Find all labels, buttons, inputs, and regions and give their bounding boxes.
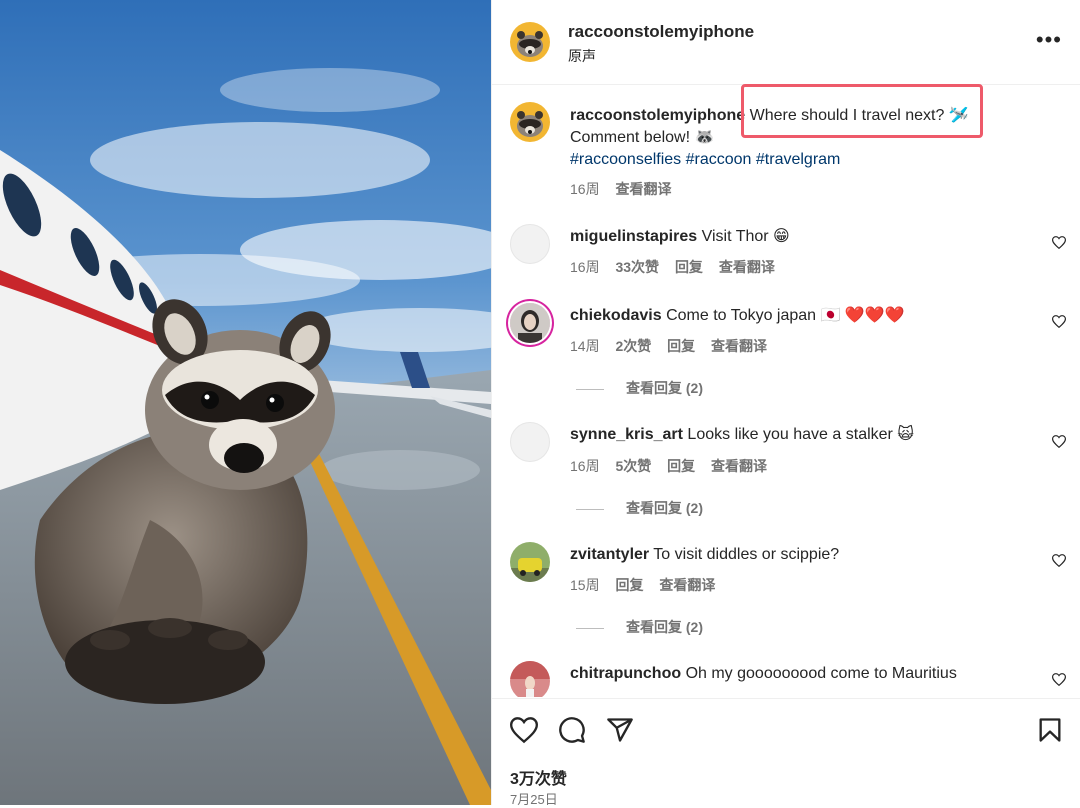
caption-line1: Where should I travel next? 🛩️ [749,107,969,124]
comment-text: synne_kris_art Looks like you have a sta… [570,424,914,446]
post-photo[interactable] [0,0,491,805]
view-replies-label: 查看回复 (2) [626,619,703,635]
comment-time: 15周 [570,577,600,593]
view-replies-label: 查看回复 (2) [626,380,703,396]
instagram-post-view: raccoonstolemyiphone 原声 ••• raccoonstole [0,0,1080,807]
reply-button[interactable]: 回复 [667,458,695,474]
comment-meta: 15周 回复 查看翻译 [570,575,727,595]
comment-like-heart-icon[interactable] [1052,554,1066,567]
caption-line2: Comment below! 🦝 [570,129,715,146]
comment-text: chiekodavis Come to Tokyo japan 🇯🇵 ❤️❤️❤… [570,305,905,327]
comment-like-heart-icon[interactable] [1052,315,1066,328]
commenter-avatar[interactable] [510,422,550,462]
view-replies-link[interactable]: 查看回复 (2) [576,498,703,518]
comment-meta: 14周 2次赞 回复 查看翻译 [570,336,779,356]
hashtag-raccoonselfies[interactable]: #raccoonselfies [570,151,681,168]
translate-link[interactable]: 查看翻译 [719,259,775,275]
comment-meta: 16周 5次赞 回复 查看翻译 [570,456,779,476]
comment-likes[interactable]: 33次赞 [615,259,659,275]
comment-text: miguelinstapires Visit Thor 😁 [570,226,790,248]
caption-translate-link[interactable]: 查看翻译 [615,181,671,197]
comment-likes[interactable]: 5次赞 [615,458,651,474]
audio-label[interactable]: 原声 [568,46,596,66]
hashtag-travelgram[interactable]: #travelgram [756,151,840,168]
author-avatar[interactable] [510,22,550,62]
caption-meta: 16周 查看翻译 [570,179,683,199]
comment-body: To visit diddles or scippie? [653,546,840,563]
post-actions-bar: 3万次赞 7月25日 [492,698,1080,807]
comment-like-heart-icon[interactable] [1052,236,1066,249]
comment-username[interactable]: zvitantyler [570,546,649,563]
commenter-avatar[interactable] [510,661,550,697]
comment-time: 16周 [570,259,600,275]
post-header: raccoonstolemyiphone 原声 ••• [492,0,1080,85]
comment-likes[interactable]: 2次赞 [615,338,651,354]
post-detail-panel: raccoonstolemyiphone 原声 ••• raccoonstole [491,0,1080,807]
replies-divider [576,627,604,629]
replies-divider [576,508,604,510]
likes-count[interactable]: 3万次赞 [510,765,567,789]
caption-username[interactable]: raccoonstolemyiphone [570,107,745,124]
translate-link[interactable]: 查看翻译 [711,338,767,354]
reply-button[interactable]: 回复 [675,259,703,275]
view-replies-label: 查看回复 (2) [626,500,703,516]
comment-icon[interactable] [558,716,586,744]
reply-button[interactable]: 回复 [615,577,643,593]
comment-username[interactable]: synne_kris_art [570,426,683,443]
view-replies-link[interactable]: 查看回复 (2) [576,617,703,637]
caption-time: 16周 [570,181,600,197]
comment-username[interactable]: chitrapunchoo [570,665,681,682]
comment-meta: 16周 33次赞 回复 查看翻译 [570,257,787,277]
translate-link[interactable]: 查看翻译 [659,577,715,593]
comment-body: Come to Tokyo japan 🇯🇵 ❤️❤️❤️ [666,307,905,324]
comment-like-heart-icon[interactable] [1052,673,1066,686]
comments-list[interactable]: raccoonstolemyiphone Where should I trav… [492,85,1080,697]
comment-username[interactable]: miguelinstapires [570,228,697,245]
post-date: 7月25日 [510,792,558,807]
comment-text: chitrapunchoo Oh my gooooooood come to M… [570,663,957,685]
raccoon-selfie-image [0,0,491,805]
comment-body: Looks like you have a stalker 🙀 [687,426,914,443]
hashtag-raccoon[interactable]: #raccoon [686,151,752,168]
replies-divider [576,388,604,390]
author-username[interactable]: raccoonstolemyiphone [568,22,754,42]
reply-button[interactable]: 回复 [667,338,695,354]
comment-like-heart-icon[interactable] [1052,435,1066,448]
view-replies-link[interactable]: 查看回复 (2) [576,378,703,398]
heart-icon[interactable] [510,716,538,744]
comment-text: zvitantyler To visit diddles or scippie? [570,544,839,566]
translate-link[interactable]: 查看翻译 [711,458,767,474]
bookmark-icon[interactable] [1036,716,1064,744]
caption-text: raccoonstolemyiphone Where should I trav… [570,105,1010,171]
commenter-avatar[interactable] [510,542,550,582]
paper-plane-icon[interactable] [606,716,634,744]
comment-time: 14周 [570,338,600,354]
commenter-avatar[interactable] [510,224,550,264]
more-horizontal-icon[interactable]: ••• [1036,29,1062,51]
comment-body: Visit Thor 😁 [701,228,790,245]
commenter-avatar[interactable] [510,303,550,343]
comment-time: 16周 [570,458,600,474]
caption-author-avatar[interactable] [510,102,550,142]
comment-body: Oh my gooooooood come to Mauritius [685,665,957,682]
comment-username[interactable]: chiekodavis [570,307,662,324]
